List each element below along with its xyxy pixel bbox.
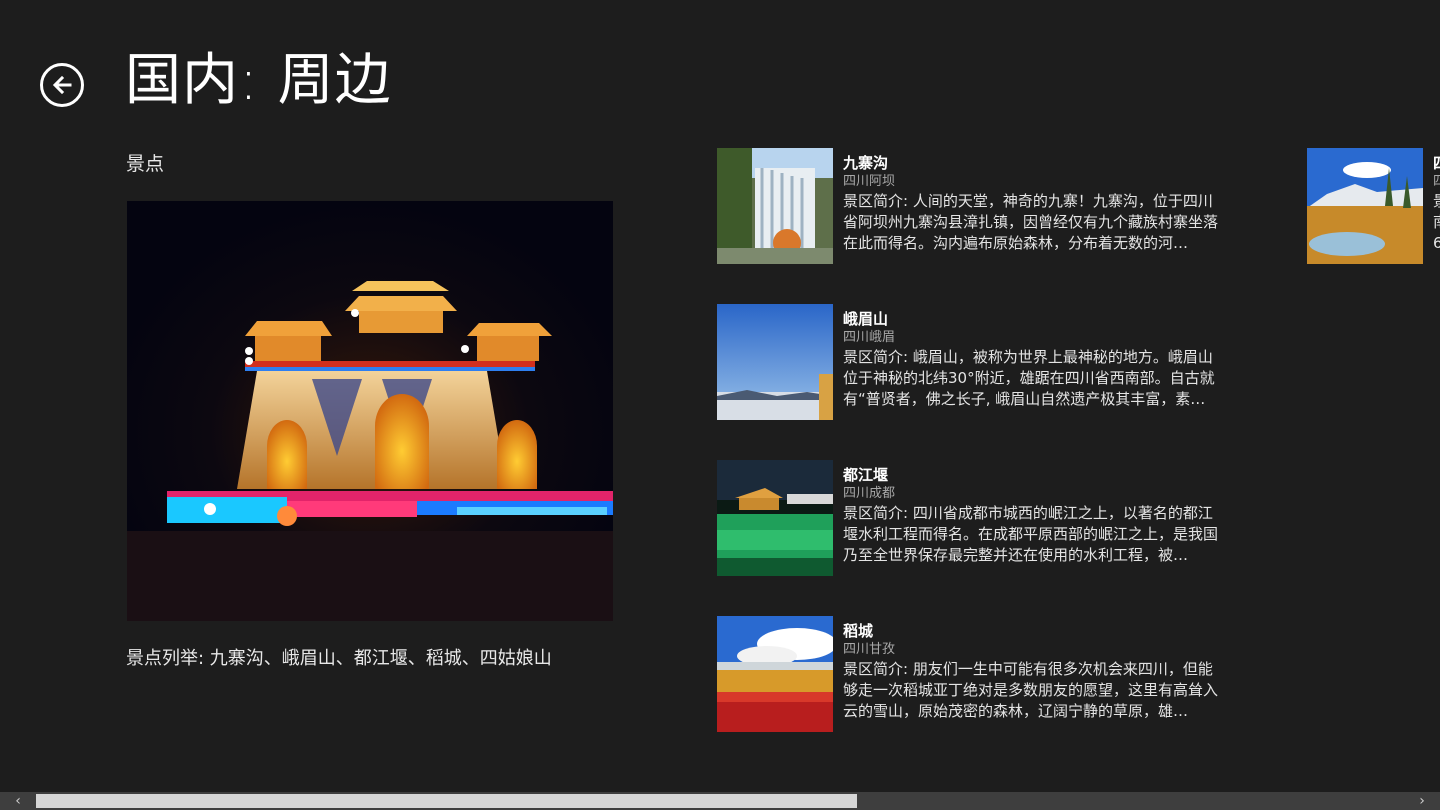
item-description: 景区简介: 人间的天堂，神奇的九寨！九寨沟，位于四川省阿坝州九寨沟县漳扎镇，因曾… [843,192,1219,252]
chevron-left-icon[interactable]: ‹ [0,792,36,810]
arrow-left-icon [52,75,72,95]
item-location: 四川成都 [843,486,896,501]
horizontal-scrollbar[interactable]: ‹ › [0,792,1440,810]
item-description: 景区简介: 四川省成都市城西的岷江之上，以著名的都江堰水利工程而得名。在成都平原… [843,504,1219,564]
item-location: 四川甘孜 [843,642,896,657]
item-description: 景南6 [1433,191,1440,254]
featured-image[interactable] [127,201,613,621]
jiuzhaigou-thumbnail [717,148,833,264]
list-item-jiuzhaigou[interactable]: 九寨沟 四川阿坝 景区简介: 人间的天堂，神奇的九寨！九寨沟，位于四川省阿坝州九… [717,148,1237,264]
chevron-right-icon[interactable]: › [1404,792,1440,810]
emeishan-thumbnail [717,304,833,420]
page-title: 国内: 周边 [125,48,392,113]
siguniangshan-thumbnail [1307,148,1423,264]
list-item-emeishan[interactable]: 峨眉山 四川峨眉 景区简介: 峨眉山，被称为世界上最神秘的地方。峨眉山位于神秘的… [717,304,1237,420]
back-button[interactable] [40,63,84,107]
list-item-siguniangshan[interactable]: 四 四 景南6 [1307,148,1440,264]
dujiangyan-thumbnail [717,460,833,576]
item-title: 四 [1433,153,1440,173]
list-item-daocheng[interactable]: 稻城 四川甘孜 景区简介: 朋友们一生中可能有很多次机会来四川，但能够走一次稻城… [717,616,1237,732]
item-location: 四川阿坝 [843,174,896,189]
item-title: 峨眉山 [843,310,889,328]
item-location: 四 [1433,174,1440,189]
item-description: 景区简介: 峨眉山，被称为世界上最神秘的地方。峨眉山位于神秘的北纬30°附近，雄… [843,348,1215,408]
section-header[interactable]: 景点 [126,149,164,176]
attractions-summary: 景点列举: 九寨沟、峨眉山、都江堰、稻城、四姑娘山 [126,648,552,669]
daocheng-thumbnail [717,616,833,732]
item-title: 都江堰 [843,466,889,484]
item-description: 景区简介: 朋友们一生中可能有很多次机会来四川，但能够走一次稻城亚丁绝对是多数朋… [843,660,1219,720]
item-title: 九寨沟 [843,154,889,172]
list-item-dujiangyan[interactable]: 都江堰 四川成都 景区简介: 四川省成都市城西的岷江之上，以著名的都江堰水利工程… [717,460,1237,576]
gate-night-image [127,201,613,621]
item-location: 四川峨眉 [843,330,896,345]
item-title: 稻城 [843,622,874,640]
scrollbar-thumb[interactable] [36,794,857,808]
